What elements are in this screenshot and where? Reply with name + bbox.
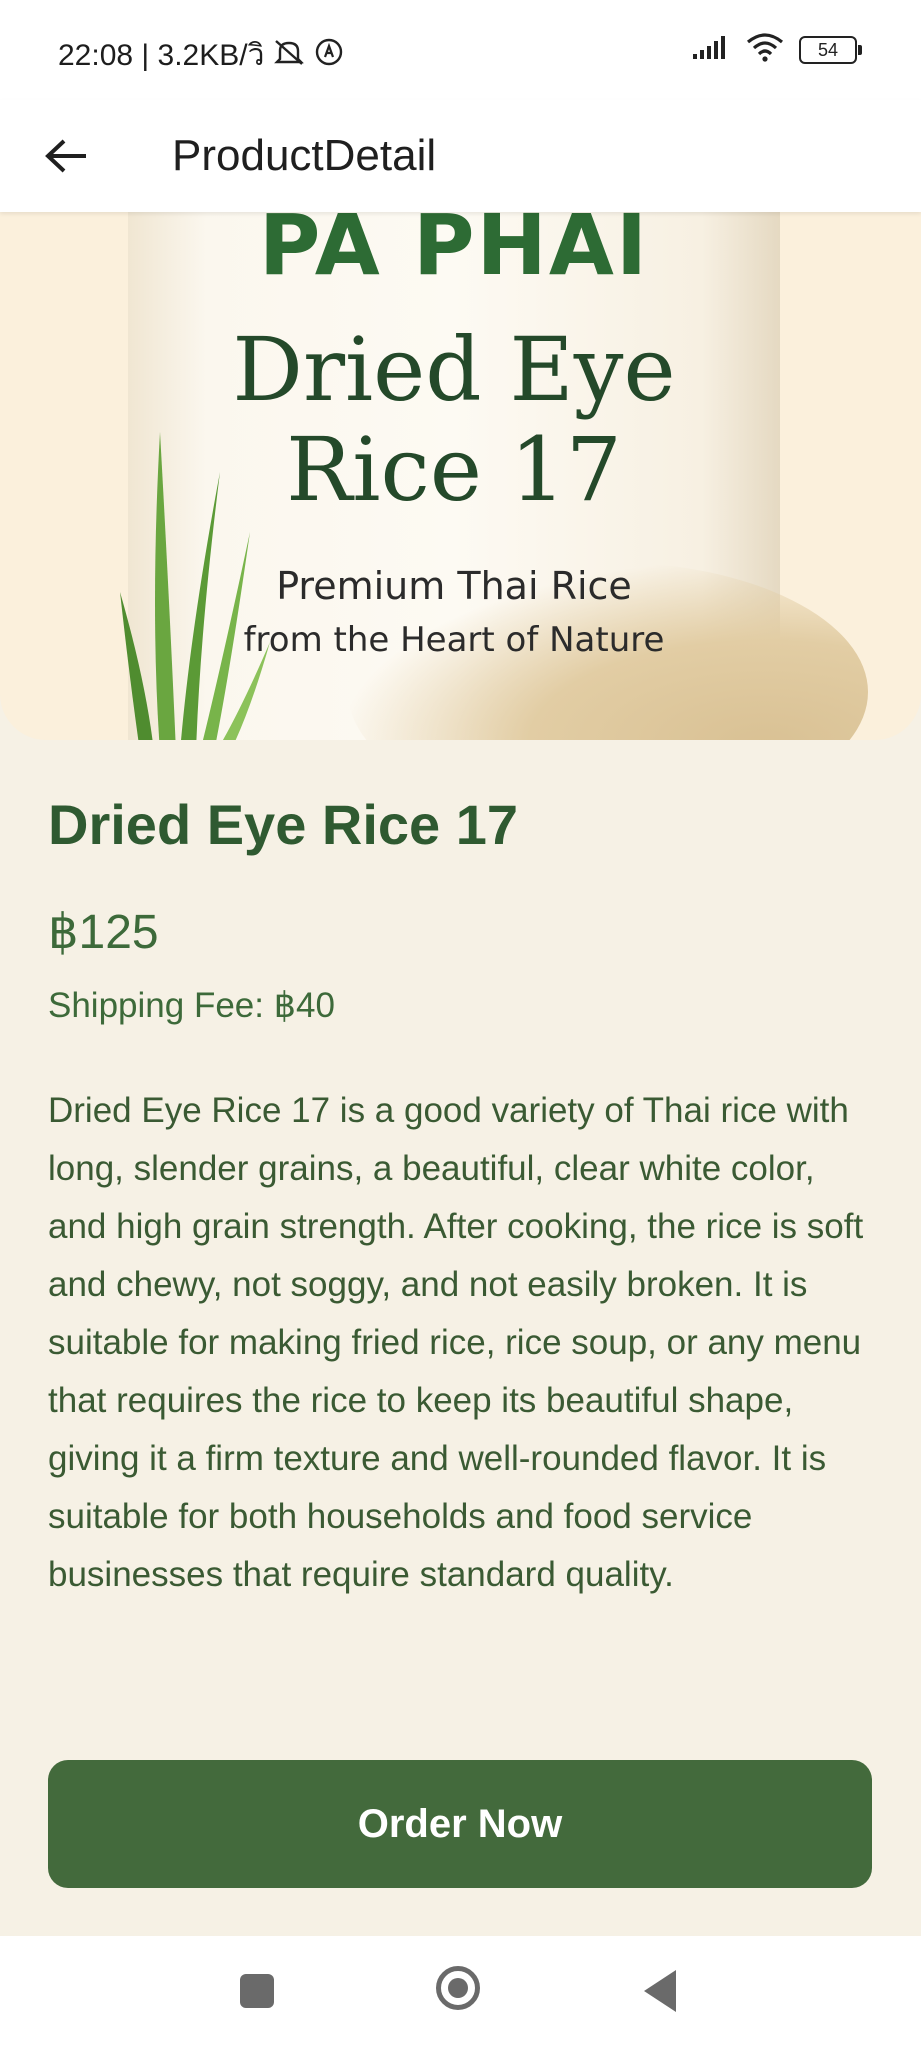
- system-nav-bar: [0, 1936, 921, 2048]
- order-now-button[interactable]: Order Now: [48, 1760, 872, 1888]
- status-time-speed: 22:08 | 3.2KB/วิ: [58, 39, 265, 72]
- rice-plant-icon: [120, 432, 270, 740]
- mute-icon: [272, 37, 306, 75]
- system-back-button[interactable]: [644, 1970, 676, 2012]
- bag-name-line1: Dried Eye: [232, 318, 676, 421]
- product-image: PA PHAI Dried Eye Rice 17 Premium Thai R…: [0, 212, 921, 740]
- product-title: Dried Eye Rice 17: [48, 793, 519, 856]
- product-description: Dried Eye Rice 17 is a good variety of T…: [48, 1091, 864, 1594]
- status-left: 22:08 | 3.2KB/วิ: [58, 32, 344, 79]
- back-button[interactable]: [36, 128, 96, 188]
- app-bar: ProductDetail: [0, 100, 921, 212]
- arrow-left-icon: [44, 138, 88, 179]
- home-button[interactable]: [436, 1966, 480, 2010]
- accessibility-icon: [314, 37, 344, 75]
- page-title: ProductDetail: [172, 131, 437, 180]
- product-price: ฿125: [48, 906, 159, 959]
- recent-apps-button[interactable]: [240, 1974, 274, 2008]
- brand-logo-text: PA PHAI: [258, 212, 650, 294]
- status-bar: 22:08 | 3.2KB/วิ 54: [0, 0, 921, 100]
- product-detail-screen: 22:08 | 3.2KB/วิ 54 ProductDetail PA PHA…: [0, 0, 921, 2048]
- battery-indicator: 54: [799, 35, 862, 64]
- status-right: 54: [691, 32, 862, 67]
- wifi-icon: [745, 32, 785, 67]
- shipping-fee: Shipping Fee: ฿40: [48, 986, 335, 1025]
- signal-icon: [691, 34, 731, 65]
